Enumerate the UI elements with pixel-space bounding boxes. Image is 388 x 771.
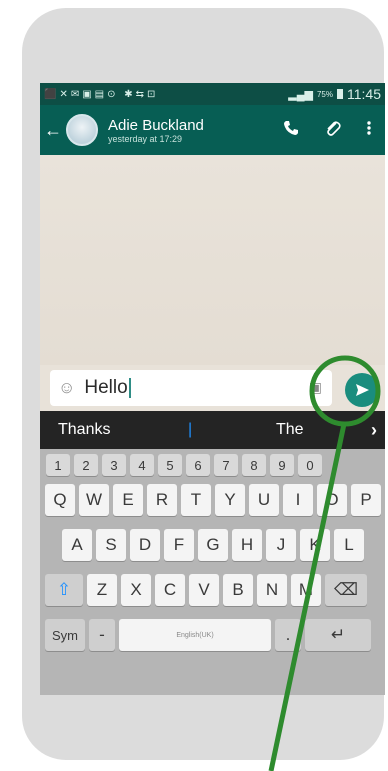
key-f[interactable]: F	[164, 529, 194, 561]
number-row: 1 2 3 4 5 6 7 8 9 0	[46, 454, 326, 486]
last-seen: yesterday at 17:29	[108, 133, 183, 144]
key-row-2: A S D F G H J K L	[62, 529, 368, 561]
key-d[interactable]: D	[130, 529, 160, 561]
keyboard: 1 2 3 4 5 6 7 8 9 0 Q W E R T Y U I O P …	[40, 449, 385, 695]
status-bar: ⬛✕✉▣▤⊙ ✱⇆⊡ ▂▄▆ 75% 11:45	[40, 83, 385, 105]
clock: 11:45	[347, 86, 381, 102]
message-text: Hello	[84, 377, 131, 399]
suggestion-middle[interactable]: |	[188, 421, 192, 439]
suggestion-left[interactable]: Thanks	[58, 421, 110, 439]
battery-icon	[337, 89, 343, 99]
key-b[interactable]: B	[223, 574, 253, 606]
key-s[interactable]: S	[96, 529, 126, 561]
message-value: Hello	[84, 377, 128, 398]
paperclip-icon[interactable]	[325, 120, 341, 141]
key-x[interactable]: X	[121, 574, 151, 606]
period-key[interactable]: .	[275, 619, 301, 651]
key-2[interactable]: 2	[74, 454, 98, 476]
sym-key[interactable]: Sym	[45, 619, 85, 651]
key-w[interactable]: W	[79, 484, 109, 516]
battery-level: 75%	[316, 89, 333, 99]
key-h[interactable]: H	[232, 529, 262, 561]
contact-info[interactable]: Adie Buckland yesterday at 17:29	[108, 117, 283, 144]
key-a[interactable]: A	[62, 529, 92, 561]
send-button[interactable]	[345, 373, 379, 407]
key-g[interactable]: G	[198, 529, 228, 561]
key-c[interactable]: C	[155, 574, 185, 606]
key-i[interactable]: I	[283, 484, 313, 516]
status-icons: ⬛✕✉▣▤⊙ ✱⇆⊡	[44, 88, 159, 100]
more-options-icon[interactable]	[367, 120, 371, 141]
text-caret	[128, 377, 131, 398]
send-icon	[356, 384, 369, 396]
key-t[interactable]: T	[181, 484, 211, 516]
emoji-icon[interactable]: ☺	[58, 378, 75, 398]
phone-icon[interactable]	[283, 120, 299, 141]
avatar[interactable]	[66, 114, 98, 146]
space-bar[interactable]: English(UK)	[119, 619, 271, 651]
chat-header: ← Adie Buckland yesterday at 17:29	[40, 105, 385, 155]
key-3[interactable]: 3	[102, 454, 126, 476]
key-8[interactable]: 8	[242, 454, 266, 476]
key-4[interactable]: 4	[130, 454, 154, 476]
message-input[interactable]: ☺ Hello ▣	[50, 370, 332, 406]
chat-area	[40, 155, 385, 365]
back-icon[interactable]: ←	[42, 120, 64, 141]
camera-icon[interactable]: ▣	[309, 379, 322, 396]
key-k[interactable]: K	[300, 529, 330, 561]
key-y[interactable]: Y	[215, 484, 245, 516]
suggestion-expand-icon[interactable]: ›	[371, 420, 377, 441]
suggestion-bar: Thanks | The ›	[40, 411, 385, 449]
key-q[interactable]: Q	[45, 484, 75, 516]
key-l[interactable]: L	[334, 529, 364, 561]
key-z[interactable]: Z	[87, 574, 117, 606]
key-u[interactable]: U	[249, 484, 279, 516]
key-6[interactable]: 6	[186, 454, 210, 476]
contact-name: Adie Buckland	[108, 116, 204, 134]
mic-key[interactable]: -	[89, 619, 115, 651]
key-o[interactable]: O	[317, 484, 347, 516]
composer-bar: ☺ Hello ▣	[40, 365, 385, 411]
key-p[interactable]: P	[351, 484, 381, 516]
backspace-key[interactable]: ⌫	[325, 574, 367, 606]
key-7[interactable]: 7	[214, 454, 238, 476]
key-row-3: ⇧ Z X C V B N M ⌫	[45, 574, 371, 606]
signal-icon: ▂▄▆	[288, 88, 313, 101]
key-9[interactable]: 9	[270, 454, 294, 476]
key-row-4: Sym - English(UK) . ↵	[45, 619, 375, 651]
key-0[interactable]: 0	[298, 454, 322, 476]
key-j[interactable]: J	[266, 529, 296, 561]
key-1[interactable]: 1	[46, 454, 70, 476]
key-5[interactable]: 5	[158, 454, 182, 476]
key-v[interactable]: V	[189, 574, 219, 606]
key-n[interactable]: N	[257, 574, 287, 606]
key-m[interactable]: M	[291, 574, 321, 606]
enter-key[interactable]: ↵	[305, 619, 371, 651]
key-e[interactable]: E	[113, 484, 143, 516]
shift-key[interactable]: ⇧	[45, 574, 83, 606]
suggestion-right[interactable]: The	[276, 421, 304, 439]
key-row-1: Q W E R T Y U I O P	[45, 484, 385, 516]
key-r[interactable]: R	[147, 484, 177, 516]
phone-screen: ⬛✕✉▣▤⊙ ✱⇆⊡ ▂▄▆ 75% 11:45 ← Adie Buckland…	[40, 83, 385, 695]
